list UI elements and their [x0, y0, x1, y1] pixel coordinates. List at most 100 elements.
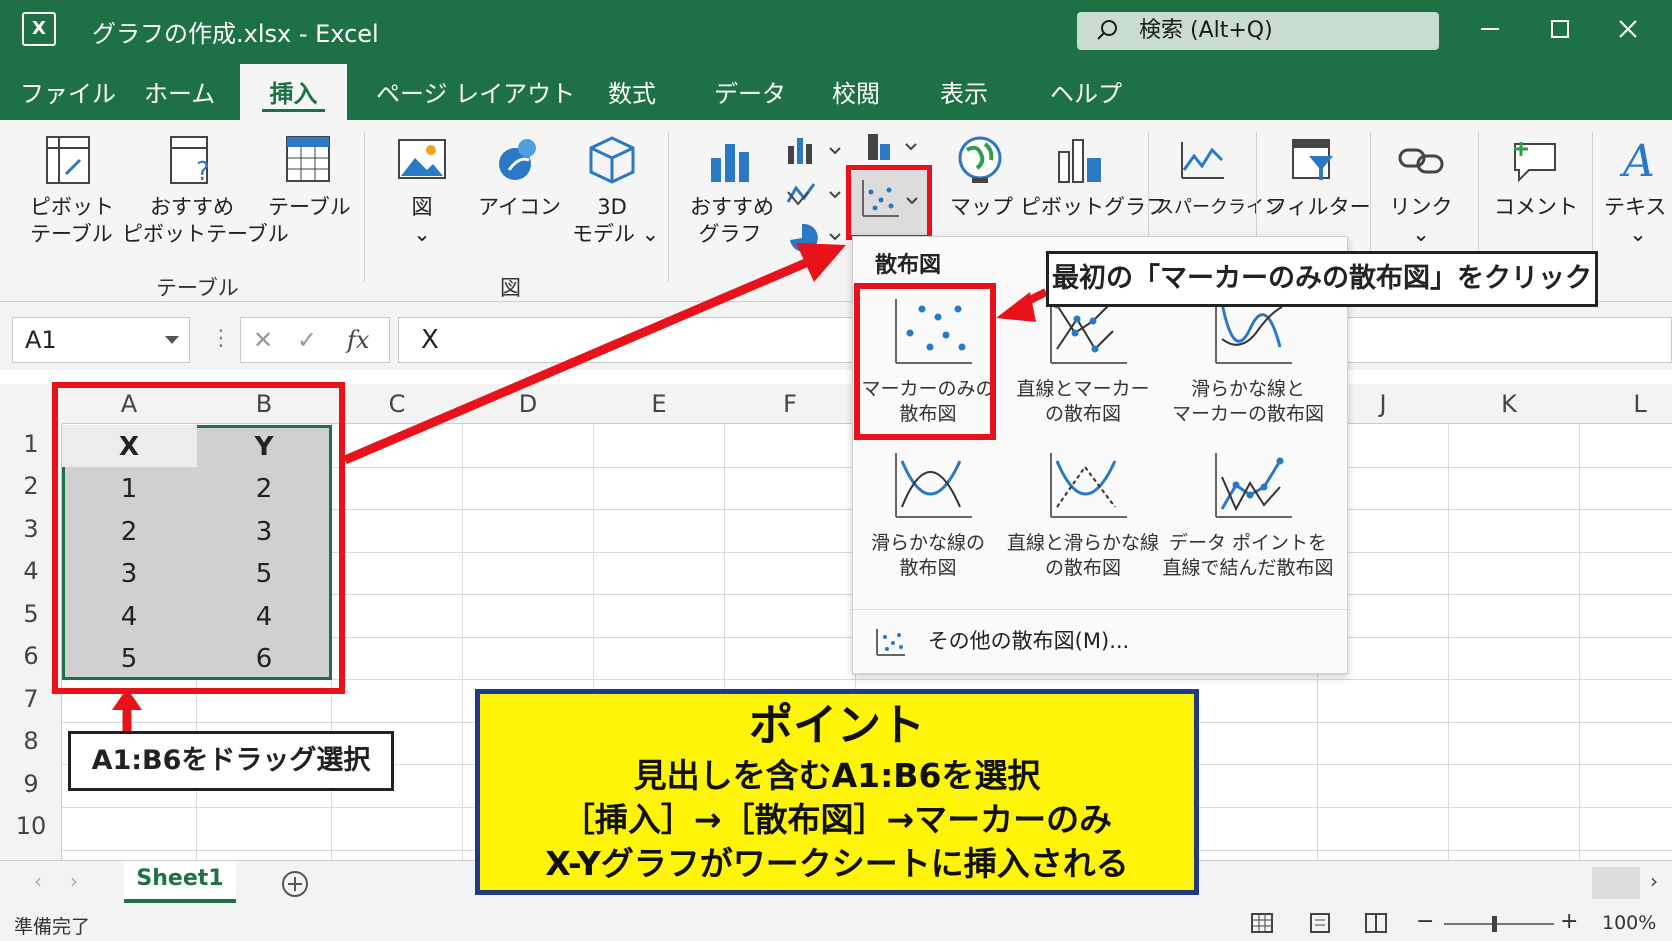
- recommended-charts-label-2: グラフ: [698, 222, 762, 246]
- text-icon: A: [1619, 136, 1655, 186]
- link-button[interactable]: リンク ⌄: [1386, 134, 1456, 248]
- icons-button[interactable]: アイコン: [478, 134, 561, 221]
- 3d-models-button[interactable]: 3D モデル ⌄: [572, 134, 660, 248]
- column-header-e[interactable]: E: [594, 384, 724, 424]
- scatter-chart-button[interactable]: [846, 165, 932, 240]
- minimize-icon[interactable]: [1475, 14, 1505, 44]
- enter-icon[interactable]: ✓: [297, 318, 317, 362]
- text-button[interactable]: A テキスト ⌄: [1604, 134, 1672, 248]
- pivot-table-label-1: ピボット: [30, 195, 114, 219]
- add-sheet-icon[interactable]: [280, 869, 310, 899]
- maximize-icon[interactable]: [1545, 14, 1575, 44]
- pivot-chart-label: ピボットグラフ: [1020, 195, 1167, 219]
- option-4-label-2: 散布図: [899, 557, 957, 579]
- scatter-straight-smooth-option[interactable]: 直線と滑らかな線 の散布図: [998, 447, 1168, 581]
- tab-page-layout[interactable]: ページ レイアウト: [376, 74, 575, 109]
- 3d-models-label-2: モデル ⌄: [572, 222, 660, 246]
- ribbon-separator: [364, 132, 365, 282]
- cancel-icon[interactable]: ✕: [253, 318, 273, 362]
- horizontal-scrollbar[interactable]: [1592, 867, 1640, 899]
- scatter-connected-points-icon: [1215, 453, 1292, 518]
- column-header-l[interactable]: L: [1580, 384, 1672, 424]
- window-title: グラフの作成.xlsx - Excel: [92, 20, 379, 48]
- comment-button[interactable]: コメント: [1494, 134, 1578, 221]
- zoom-slider-thumb[interactable]: [1492, 916, 1497, 932]
- column-header-c[interactable]: C: [332, 384, 462, 424]
- more-scatter-label: その他の散布図(M)...: [927, 629, 1130, 653]
- pictures-dropdown-icon: ⌄: [413, 222, 431, 246]
- name-box-dropdown-icon[interactable]: [165, 336, 179, 344]
- scatter-smooth-markers-option[interactable]: 滑らかな線と マーカーの散布図: [1153, 293, 1343, 427]
- tab-view[interactable]: 表示: [940, 74, 988, 109]
- column-header-d[interactable]: D: [463, 384, 593, 424]
- maps-button[interactable]: マップ: [950, 134, 1013, 221]
- tab-insert[interactable]: 挿入: [240, 64, 347, 120]
- scatter-straight-markers-option[interactable]: 直線とマーカー の散布図: [1008, 293, 1158, 427]
- pie-chart-icon[interactable]: [786, 220, 846, 254]
- tab-formulas[interactable]: 数式: [608, 74, 656, 109]
- recommended-charts-button[interactable]: おすすめ グラフ: [690, 134, 774, 248]
- scatter-connected-points-option[interactable]: データ ポイントを 直線で結んだ散布図: [1153, 447, 1343, 581]
- column-header-f[interactable]: F: [725, 384, 855, 424]
- hierarchy-chart-icon[interactable]: [866, 130, 926, 164]
- page-break-view-icon[interactable]: [1364, 912, 1388, 934]
- pivot-table-button[interactable]: ピボット テーブル: [30, 134, 114, 248]
- option-4-label-1: 滑らかな線の: [870, 532, 985, 554]
- pictures-button[interactable]: 図 ⌄: [392, 134, 452, 248]
- table-label: テーブル: [268, 195, 351, 219]
- point-summary-box: ポイント 見出しを含むA1:B6を選択 ［挿入］→［散布図］→マーカーのみ X-…: [475, 689, 1199, 895]
- tab-file[interactable]: ファイル: [20, 74, 116, 109]
- tab-home[interactable]: ホーム: [144, 74, 215, 109]
- column-chart-icon[interactable]: [786, 134, 846, 166]
- table-button[interactable]: テーブル: [268, 134, 351, 221]
- comment-label: コメント: [1494, 195, 1578, 219]
- markers-only-highlight-box: [854, 283, 996, 440]
- zoom-level[interactable]: 100%: [1602, 912, 1656, 934]
- pictures-label: 図: [411, 195, 433, 219]
- zoom-in-icon[interactable]: +: [1560, 909, 1578, 934]
- scatter-menu-title: 散布図: [875, 253, 942, 278]
- scatter-smooth-lines-option[interactable]: 滑らかな線の 散布図: [853, 447, 1003, 581]
- row-header-9[interactable]: 9: [0, 770, 62, 798]
- normal-view-icon[interactable]: [1250, 912, 1274, 934]
- sparklines-button[interactable]: スパークライン: [1156, 134, 1282, 221]
- more-options-icon[interactable]: ⋮: [210, 326, 232, 351]
- option-5-label-2: の散布図: [1044, 557, 1121, 579]
- grid-line: [1579, 424, 1580, 860]
- column-header-k[interactable]: K: [1449, 384, 1569, 424]
- insert-function-icon[interactable]: fx: [347, 318, 369, 362]
- close-icon[interactable]: [1613, 14, 1643, 44]
- link-label: リンク: [1389, 195, 1453, 219]
- tab-insert-label: 挿入: [269, 80, 318, 108]
- zoom-slider[interactable]: [1444, 923, 1554, 925]
- sparklines-label: スパークライン: [1156, 197, 1282, 218]
- text-label: テキスト: [1604, 195, 1672, 219]
- page-layout-view-icon[interactable]: [1308, 912, 1332, 934]
- pivot-chart-button[interactable]: ピボットグラフ: [1020, 134, 1167, 221]
- tab-review[interactable]: 校閲: [832, 74, 880, 109]
- grid-line: [1448, 424, 1449, 860]
- recommended-pivot-button[interactable]: ? おすすめ ピボットテーブル: [122, 134, 289, 248]
- point-title: ポイント: [749, 700, 925, 751]
- scroll-left-icon[interactable]: ‹: [34, 869, 42, 893]
- more-scatter-icon: [876, 629, 905, 656]
- search-box[interactable]: 検索 (Alt+Q): [1077, 12, 1439, 50]
- scroll-right-end-icon[interactable]: ›: [1650, 869, 1658, 893]
- scroll-right-icon[interactable]: ›: [70, 869, 78, 893]
- zoom-out-icon[interactable]: −: [1416, 909, 1434, 934]
- row-header-8[interactable]: 8: [0, 727, 62, 755]
- option-3-label-1: 滑らかな線と: [1190, 378, 1305, 400]
- filters-button[interactable]: フィルター: [1266, 134, 1371, 221]
- name-box[interactable]: A1: [12, 317, 190, 363]
- tab-help[interactable]: ヘルプ: [1050, 74, 1122, 109]
- sheet-tab-sheet1[interactable]: Sheet1: [124, 861, 236, 903]
- scatter-smooth-lines-icon: [895, 453, 972, 518]
- row-header-10[interactable]: 10: [0, 812, 62, 840]
- tab-data[interactable]: データ: [714, 74, 786, 109]
- more-scatter-charts-option[interactable]: その他の散布図(M)...: [873, 625, 1129, 657]
- text-dropdown-icon: ⌄: [1629, 222, 1647, 246]
- option-6-label-1: データ ポイントを: [1168, 532, 1328, 554]
- instruction-click-callout: 最初の「マーカーのみの散布図」をクリック: [1046, 251, 1598, 307]
- line-chart-icon[interactable]: [786, 178, 846, 210]
- search-placeholder: 検索 (Alt+Q): [1139, 18, 1273, 43]
